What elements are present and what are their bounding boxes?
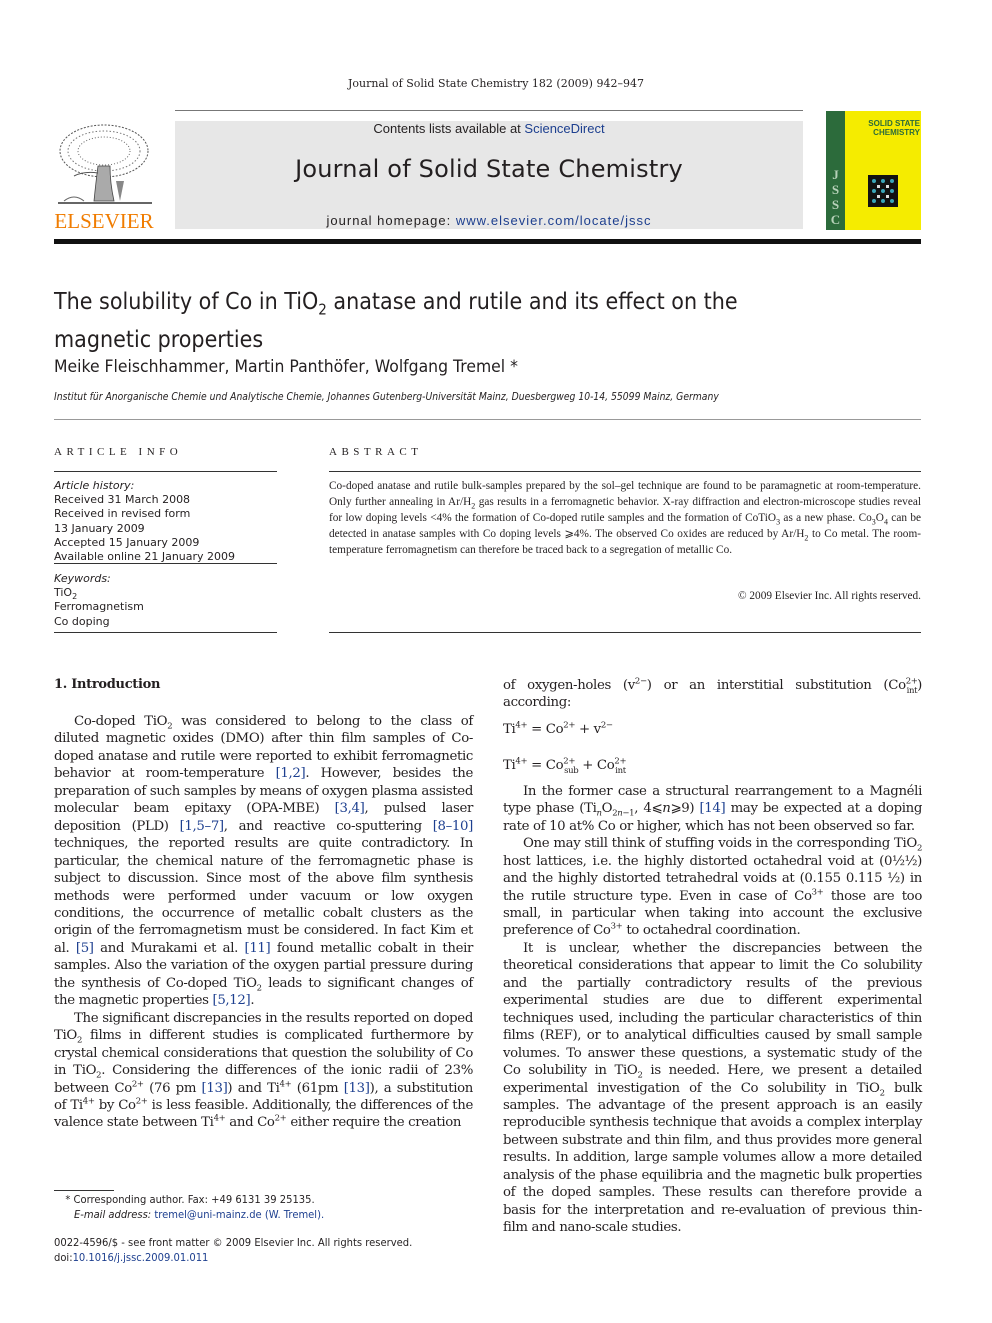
elsevier-tree-icon — [58, 124, 152, 204]
history-item: Received 31 March 2008 — [54, 493, 191, 507]
sciencedirect-link[interactable]: ScienceDirect — [524, 121, 604, 136]
article-history: Article history: Received 31 March 2008 … — [54, 479, 277, 564]
body-column-right: of oxygen-holes (v2−) or an interstitial… — [503, 677, 922, 1237]
abstract-copyright: © 2009 Elsevier Inc. All rights reserved… — [737, 590, 921, 602]
issn-line: 0022-4596/$ - see front matter © 2009 El… — [54, 1237, 413, 1249]
journal-banner: Contents lists available at ScienceDirec… — [175, 121, 803, 229]
title-divider — [54, 419, 921, 420]
cover-spine-letters: J S S C — [830, 167, 841, 227]
citation-link[interactable]: [5,12] — [212, 993, 250, 1008]
paragraph: The significant discrepancies in the res… — [54, 1010, 473, 1131]
history-rule — [54, 563, 277, 564]
doi-link[interactable]: 10.1016/j.jssc.2009.01.011 — [73, 1252, 209, 1264]
paragraph: One may still think of stuffing voids in… — [503, 836, 922, 939]
journal-cover[interactable]: J S S C SOLID STATE CHEMISTRY — [826, 111, 921, 230]
body-column-left: Co-doped TiO2 was considered to belong t… — [54, 713, 473, 1132]
history-item: Received in revised form — [54, 507, 191, 521]
keywords-rule — [54, 632, 277, 633]
elsevier-wordmark: ELSEVIER — [54, 209, 154, 233]
citation-link[interactable]: [13] — [344, 1081, 370, 1096]
homepage-link[interactable]: www.elsevier.com/locate/jssc — [456, 213, 652, 228]
article-title: The solubility of Co in TiO2 anatase and… — [54, 289, 738, 353]
journal-title: Journal of Solid State Chemistry — [295, 155, 683, 183]
keyword-item: Ferromagnetism — [54, 600, 144, 614]
paragraph: of oxygen-holes (v2−) or an interstitial… — [503, 676, 922, 711]
cover-title: SOLID STATE CHEMISTRY — [868, 119, 920, 137]
cover-spine: J S S C — [826, 111, 845, 230]
corresponding-author-note: * Corresponding author. Fax: +49 6131 39… — [65, 1194, 325, 1221]
citation-link[interactable]: [11] — [244, 941, 270, 956]
abstract-text: Co-doped anatase and rutile bulk-samples… — [329, 480, 921, 556]
homepage-prefix: journal homepage: — [326, 213, 456, 228]
section-heading-introduction: 1. Introduction — [54, 677, 161, 692]
running-header: Journal of Solid State Chemistry 182 (20… — [348, 77, 644, 90]
citation-link[interactable]: [3,4] — [335, 801, 365, 816]
citation-link[interactable]: [8–10] — [433, 819, 474, 834]
abstract-heading: ABSTRACT — [329, 446, 423, 458]
history-item: 13 January 2009 — [54, 521, 145, 535]
publication-footer: 0022-4596/$ - see front matter © 2009 El… — [54, 1236, 453, 1266]
homepage-line: journal homepage: www.elsevier.com/locat… — [175, 213, 803, 228]
citation-link[interactable]: [13] — [202, 1081, 228, 1096]
paragraph: Co-doped TiO2 was considered to belong t… — [54, 714, 474, 1009]
citation-link[interactable]: [1,2] — [276, 766, 306, 781]
equation-2: Ti4+ = Co2+sub + Co2+int — [503, 756, 627, 777]
keyword-item: TiO2 — [54, 586, 78, 602]
article-info-rule — [54, 471, 277, 472]
abstract-rule — [329, 471, 921, 472]
history-item: Accepted 15 January 2009 — [54, 535, 200, 549]
abstract-end-rule — [329, 632, 921, 633]
keyword-item: Co doping — [54, 614, 110, 628]
keywords: Keywords: TiO2 Ferromagnetism Co doping — [54, 572, 277, 629]
elsevier-logo[interactable]: ELSEVIER — [54, 121, 154, 233]
contents-prefix: Contents lists available at — [373, 121, 525, 136]
author-list: Meike Fleischhammer, Martin Panthöfer, W… — [54, 357, 518, 377]
author-email-link[interactable]: tremel@uni-mainz.de (W. Tremel). — [154, 1209, 324, 1221]
header-divider — [175, 110, 803, 111]
citation-link[interactable]: [5] — [76, 941, 94, 956]
paragraph: It is unclear, whether the discrepancies… — [503, 940, 922, 1236]
citation-link[interactable]: [1,5–7] — [180, 819, 225, 834]
citation-link[interactable]: [14] — [699, 801, 725, 816]
article-info-heading: ARTICLE INFO — [54, 446, 183, 458]
contents-line: Contents lists available at ScienceDirec… — [175, 121, 803, 136]
equation-1: Ti4+ = Co2+ + v2− — [503, 720, 613, 737]
footnote-rule — [54, 1190, 114, 1191]
masthead-rule — [54, 239, 921, 244]
paragraph: In the former case a structural rearrang… — [503, 783, 923, 834]
cover-crystal-image — [868, 175, 898, 207]
affiliation: Institut für Anorganische Chemie und Ana… — [54, 391, 719, 403]
